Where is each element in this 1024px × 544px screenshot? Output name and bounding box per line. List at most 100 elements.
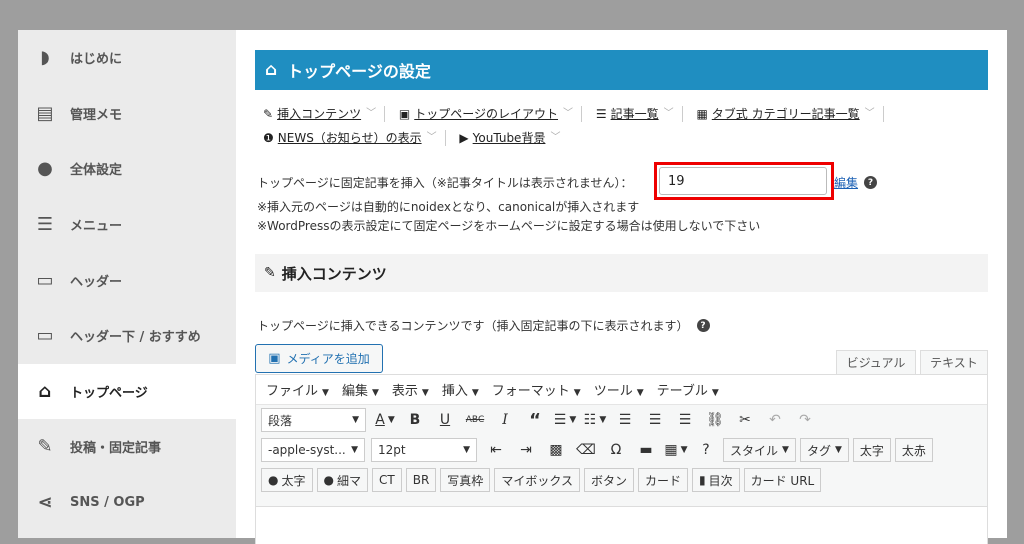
- main-panel: ⌂ トップページの設定 ✎ 挿入コンテンツ ﹀ ▣ トップページのレイアウト ﹀ ☰ 記事…: [236, 30, 1007, 544]
- strikethrough-icon[interactable]: ABC: [462, 407, 488, 433]
- sidebar-item-general[interactable]: ● 全体設定: [18, 141, 236, 197]
- redo-icon[interactable]: ↷: [792, 407, 818, 433]
- button-button[interactable]: ボタン: [583, 468, 634, 492]
- tab-layout[interactable]: ▣ トップページのレイアウト ﹀: [399, 102, 590, 126]
- sidebar-item-label: 管理メモ: [70, 107, 123, 123]
- quote-icon[interactable]: “: [522, 407, 548, 433]
- bookmark-icon: ▮: [698, 473, 706, 487]
- br-button[interactable]: BR: [405, 468, 437, 492]
- fixed-article-label: トップページに固定記事を挿入（※記事タイトルは表示されません）：: [257, 176, 633, 190]
- sidebar-item-label: ヘッダー: [70, 274, 123, 290]
- sidebar-item-label: ヘッダー下 / おすすめ: [70, 330, 201, 346]
- photo-frame-button[interactable]: 写真枠: [440, 468, 491, 492]
- toolbar-row-1: 段落 ▼ A ▼ B U ABC I “ ☰ ▼ ☷ ▼ ☰ ☰ ☰ ⛓ ✂ ↶ ↷: [256, 405, 987, 435]
- tab-bar: ✎ 挿入コンテンツ ﹀ ▣ トップページのレイアウト ﹀ ☰ 記事一覧 ﹀ ▦ タブ式 カテゴ…: [263, 102, 983, 150]
- card-url-button[interactable]: カード URL: [743, 468, 822, 492]
- underline-icon[interactable]: U: [432, 407, 458, 433]
- link-icon[interactable]: ⛓: [702, 407, 728, 433]
- list-icon: ☰: [595, 107, 607, 121]
- editor-content-area[interactable]: [256, 506, 987, 544]
- align-right-icon[interactable]: ☰: [672, 407, 698, 433]
- sidebar-item-header[interactable]: ▭ ヘッダー: [18, 252, 236, 308]
- memo-icon: ▤: [36, 102, 54, 124]
- sidebar-item-header-below[interactable]: ▭ ヘッダー下 / おすすめ: [18, 308, 236, 364]
- sidebar-item-top-page[interactable]: ⌂ トップページ: [18, 363, 236, 420]
- note-wordpress: ※WordPressの表示設定にて固定ページをホームページに設定する場合は使用し…: [257, 219, 761, 233]
- menu-tools[interactable]: ツール ▼: [594, 380, 644, 399]
- outdent-icon[interactable]: ⇤: [483, 437, 509, 463]
- sidebar-item-menu[interactable]: ☰ メニュー: [18, 197, 236, 253]
- chevron-down-icon: ﹀: [366, 108, 377, 119]
- menu-edit[interactable]: 編集 ▼: [342, 380, 379, 399]
- tab-visual[interactable]: ビジュアル: [836, 350, 916, 374]
- layout-icon: ▣: [398, 107, 411, 121]
- my-box-button[interactable]: マイボックス: [494, 468, 580, 492]
- paragraph-select[interactable]: 段落 ▼: [261, 408, 366, 432]
- menu-file[interactable]: ファイル ▼: [266, 380, 329, 399]
- chevron-down-icon: ﹀: [550, 132, 561, 143]
- font-family-select[interactable]: -apple-syst... ▼: [261, 438, 365, 462]
- palette-icon: ●: [37, 158, 53, 180]
- horizontal-rule-icon[interactable]: ▬: [633, 437, 659, 463]
- tag-dropdown[interactable]: タグ ▼: [799, 438, 849, 462]
- tab-article-list[interactable]: ☰ 記事一覧 ﹀: [596, 102, 691, 126]
- unlink-icon[interactable]: ✂: [732, 407, 758, 433]
- style-dropdown[interactable]: スタイル ▼: [723, 438, 796, 462]
- editor-menubar: ファイル ▼ 編集 ▼ 表示 ▼ 挿入 ▼ フォーマット ▼ ツール ▼ テーブル ▼: [256, 375, 987, 405]
- toolbar-row-3: ● 太字 ● 細マ CT BR 写真枠 マイボックス ボタン カード ▮ 目次 カード…: [256, 465, 987, 495]
- help-icon[interactable]: ?: [864, 176, 877, 189]
- menu-view[interactable]: 表示 ▼: [392, 380, 429, 399]
- tab-insert-content[interactable]: ✎ 挿入コンテンツ ﹀: [263, 102, 393, 126]
- indent-icon[interactable]: ⇥: [513, 437, 539, 463]
- sidebar-item-posts[interactable]: ✎ 投稿・固定記事: [18, 419, 236, 475]
- sidebar-item-memo[interactable]: ▤ 管理メモ: [18, 86, 236, 142]
- fixed-article-input[interactable]: [659, 167, 827, 195]
- thin-user-button[interactable]: ● 細マ: [316, 468, 368, 492]
- italic-icon[interactable]: I: [492, 407, 518, 433]
- edit-icon: ✎: [263, 107, 274, 121]
- bold-jp-button[interactable]: 太字: [852, 438, 891, 462]
- sidebar-item-label: 投稿・固定記事: [70, 441, 162, 457]
- header-below-icon: ▭: [36, 325, 54, 347]
- card-button[interactable]: カード: [637, 468, 688, 492]
- bold-red-button[interactable]: 太赤: [894, 438, 933, 462]
- tab-text[interactable]: テキスト: [920, 350, 988, 374]
- paste-icon[interactable]: ▩: [543, 437, 569, 463]
- bullet-list-icon[interactable]: ☰ ▼: [552, 407, 578, 433]
- header-icon: ▭: [36, 269, 54, 291]
- bold-user-button[interactable]: ● 太字: [261, 468, 313, 492]
- edit-link[interactable]: 編集: [834, 174, 858, 191]
- toc-button[interactable]: ▮ 目次: [691, 468, 740, 492]
- toolbar-row-2: -apple-syst... ▼ 12pt ▼ ⇤ ⇥ ▩ ⌫ Ω ▬ ▦ ▼ ? ス…: [256, 435, 987, 465]
- chevron-down-icon: ﹀: [563, 108, 574, 119]
- add-media-button[interactable]: ▣ メディアを追加: [255, 344, 383, 373]
- user-icon: ●: [323, 473, 334, 487]
- ct-button[interactable]: CT: [372, 468, 402, 492]
- table-icon[interactable]: ▦ ▼: [663, 437, 689, 463]
- page-title: トップページの設定: [287, 62, 431, 81]
- grid-icon: ▦: [696, 107, 708, 121]
- help-icon[interactable]: ?: [693, 437, 719, 463]
- bold-icon[interactable]: B: [402, 407, 428, 433]
- book-icon: ◗: [40, 47, 50, 69]
- tab-news[interactable]: ❶ NEWS（お知らせ）の表示 ﹀: [263, 126, 454, 150]
- align-center-icon[interactable]: ☰: [642, 407, 668, 433]
- menu-table[interactable]: テーブル ▼: [657, 380, 719, 399]
- rich-text-editor: ファイル ▼ 編集 ▼ 表示 ▼ 挿入 ▼ フォーマット ▼ ツール ▼ テーブル ▼ 段落 ▼…: [255, 374, 988, 544]
- help-icon[interactable]: ?: [696, 319, 710, 332]
- tab-category-list[interactable]: ▦ タブ式 カテゴリー記事一覧 ﹀: [696, 102, 891, 126]
- menu-insert[interactable]: 挿入 ▼: [442, 380, 479, 399]
- sidebar-item-sns[interactable]: ⋖ SNS / OGP: [18, 475, 236, 531]
- special-char-icon[interactable]: Ω: [603, 437, 629, 463]
- font-size-select[interactable]: 12pt ▼: [371, 438, 477, 462]
- align-left-icon[interactable]: ☰: [612, 407, 638, 433]
- eraser-icon[interactable]: ⌫: [573, 437, 599, 463]
- numbered-list-icon[interactable]: ☷ ▼: [582, 407, 608, 433]
- chevron-down-icon: ﹀: [426, 132, 437, 143]
- undo-icon[interactable]: ↶: [762, 407, 788, 433]
- sidebar-item-label: メニュー: [70, 219, 123, 235]
- text-color-button[interactable]: A ▼: [372, 407, 398, 433]
- menu-format[interactable]: フォーマット ▼: [492, 380, 581, 399]
- sidebar-item-intro[interactable]: ◗ はじめに: [18, 30, 236, 86]
- tab-youtube[interactable]: ▶ YouTube背景 ﹀: [459, 126, 560, 150]
